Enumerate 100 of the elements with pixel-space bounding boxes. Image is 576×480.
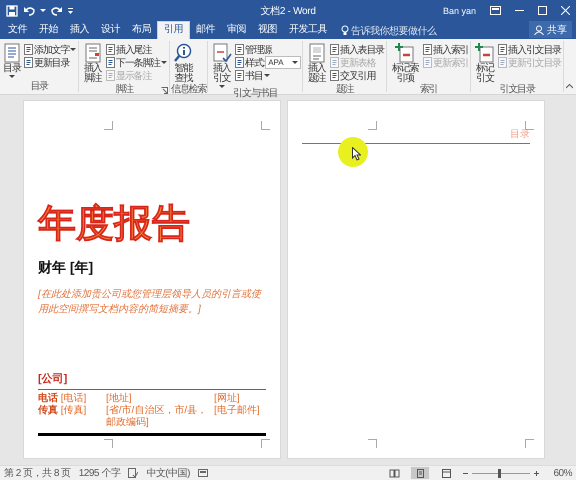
company-name: [公司] <box>38 372 68 386</box>
document-icon <box>235 44 244 55</box>
crop-mark <box>104 121 113 130</box>
document-icon <box>106 44 115 55</box>
document-icon <box>330 57 339 68</box>
macro-icon[interactable] <box>198 468 208 478</box>
caret-icon[interactable] <box>40 9 46 12</box>
ribbon-button[interactable]: 添加文字 <box>24 43 78 56</box>
redo-icon[interactable] <box>51 4 63 16</box>
group-label: 信息检索 <box>171 84 206 95</box>
group-label: 目录 <box>30 81 48 92</box>
contact-field: [省/市/自治区，市/县，邮政编码] <box>106 405 208 429</box>
ribbon-button[interactable]: 标记索引项 <box>388 43 422 84</box>
document-plus-icon <box>474 43 495 63</box>
ribbon-tab[interactable]: 引用 <box>157 21 190 39</box>
document-icon <box>212 43 232 63</box>
magnifier-icon <box>173 43 194 63</box>
summary-text: [在此处添加贵公司或您管理层领导人员的引言或使用此空间撰写文档内容的简短摘要。] <box>38 288 263 317</box>
close-icon[interactable] <box>561 6 570 15</box>
crop-mark <box>525 439 534 448</box>
contact-field: [网址] <box>214 393 266 405</box>
customize-icon[interactable] <box>68 8 73 14</box>
crop-mark <box>368 439 377 448</box>
user-name[interactable]: Ban yan <box>442 6 476 16</box>
ribbon-button[interactable]: 更新目录 <box>24 56 78 69</box>
report-title: 年度报告 <box>38 202 190 247</box>
contact-field: 传真 [传真] <box>38 405 100 429</box>
book-icon <box>388 468 400 478</box>
ribbon-button[interactable]: 目录 <box>1 43 23 81</box>
document-icon <box>106 70 115 81</box>
ribbon-tab[interactable]: 邮件 <box>190 22 221 39</box>
caret-icon[interactable] <box>70 48 76 51</box>
page-icon <box>414 468 426 478</box>
document-icon <box>235 70 244 81</box>
page-count[interactable]: 第 2 页，共 8 页 <box>4 466 71 480</box>
document-icon <box>330 44 339 55</box>
ribbon-tab[interactable]: 布局 <box>126 22 157 39</box>
ribbon-button[interactable]: 交叉引用 <box>330 69 386 82</box>
ribbon-button[interactable]: 插入引文 <box>209 43 234 88</box>
ribbon-button[interactable]: 插入尾注 <box>106 43 168 56</box>
ribbon-button[interactable]: 管理源 <box>235 43 302 56</box>
caret-icon[interactable] <box>292 61 298 64</box>
crop-mark <box>104 439 113 448</box>
group-label: 索引 <box>420 84 438 95</box>
slider-thumb[interactable] <box>498 468 501 478</box>
caret-icon[interactable] <box>218 85 225 88</box>
lightbulb-icon[interactable] <box>341 25 349 35</box>
web-icon <box>440 468 452 478</box>
zoom-in-icon[interactable] <box>534 470 540 476</box>
ribbon-button[interactable]: 智能查找 <box>171 43 196 84</box>
language[interactable]: 中文(中国) <box>146 466 190 480</box>
document-icon <box>82 43 103 63</box>
ribbon-button[interactable]: 插入题注 <box>304 43 329 84</box>
ribbon-tab[interactable]: 视图 <box>252 22 283 39</box>
ribbon-tab[interactable]: 开始 <box>33 22 64 39</box>
word-count[interactable]: 1295 个字 <box>78 466 120 480</box>
document-plus-icon <box>395 43 416 63</box>
document-icon <box>235 57 244 68</box>
ribbon-button[interactable]: 插入脚注 <box>80 43 105 84</box>
document-icon <box>423 44 432 55</box>
ribbon-button[interactable]: 插入引文目录 <box>498 43 562 56</box>
undo-icon[interactable] <box>23 4 35 16</box>
proofing-icon[interactable] <box>128 468 138 478</box>
document-icon <box>498 57 508 68</box>
crop-mark <box>525 121 534 130</box>
caret-icon[interactable] <box>161 61 168 64</box>
maximize-icon[interactable] <box>538 6 548 15</box>
collapse-ribbon-icon[interactable] <box>566 84 573 89</box>
tell-me-field[interactable]: 告诉我你想要做什么 <box>351 23 461 39</box>
style-dropdown[interactable]: APA <box>265 56 302 69</box>
document-icon <box>330 70 339 81</box>
group-label: 引文目录 <box>500 84 535 95</box>
document-icon <box>306 43 327 63</box>
document-icon <box>498 44 508 55</box>
group-label: 题注 <box>336 84 354 95</box>
ribbon-tab[interactable]: 开发工具 <box>283 22 333 39</box>
share-label: 共享 <box>547 24 567 36</box>
contact-field: [地址] <box>106 393 208 405</box>
ribbon-button[interactable]: 标记引文 <box>472 43 498 84</box>
dialog-launcher-icon[interactable] <box>161 87 168 94</box>
ribbon-button[interactable]: 插入索引 <box>423 43 470 56</box>
share-button[interactable]: 共享 <box>529 21 572 38</box>
ribbon-tab[interactable]: 审阅 <box>221 22 252 39</box>
ribbon-tab[interactable]: 文件 <box>2 22 33 39</box>
ribbon-tab[interactable]: 插入 <box>64 22 95 39</box>
document-icon <box>423 57 432 68</box>
caret-icon[interactable] <box>264 74 270 77</box>
document-icon <box>24 57 33 68</box>
ribbon-button[interactable]: 下一条脚注 <box>106 56 168 69</box>
crop-mark <box>368 121 377 130</box>
view-button[interactable] <box>411 467 430 479</box>
ribbon-button[interactable]: 插入表目录 <box>330 43 386 56</box>
ribbon-button[interactable]: 书目 <box>235 69 302 82</box>
contact-field: 电话 [电话] <box>38 393 100 405</box>
caret-icon[interactable] <box>9 75 15 78</box>
contact-field: [电子邮件] <box>214 405 266 429</box>
save-icon[interactable] <box>6 4 18 16</box>
ribbon-tab[interactable]: 设计 <box>95 22 126 39</box>
zoom-level[interactable]: 60% <box>553 468 572 478</box>
ribbon-options-icon[interactable] <box>490 6 502 15</box>
